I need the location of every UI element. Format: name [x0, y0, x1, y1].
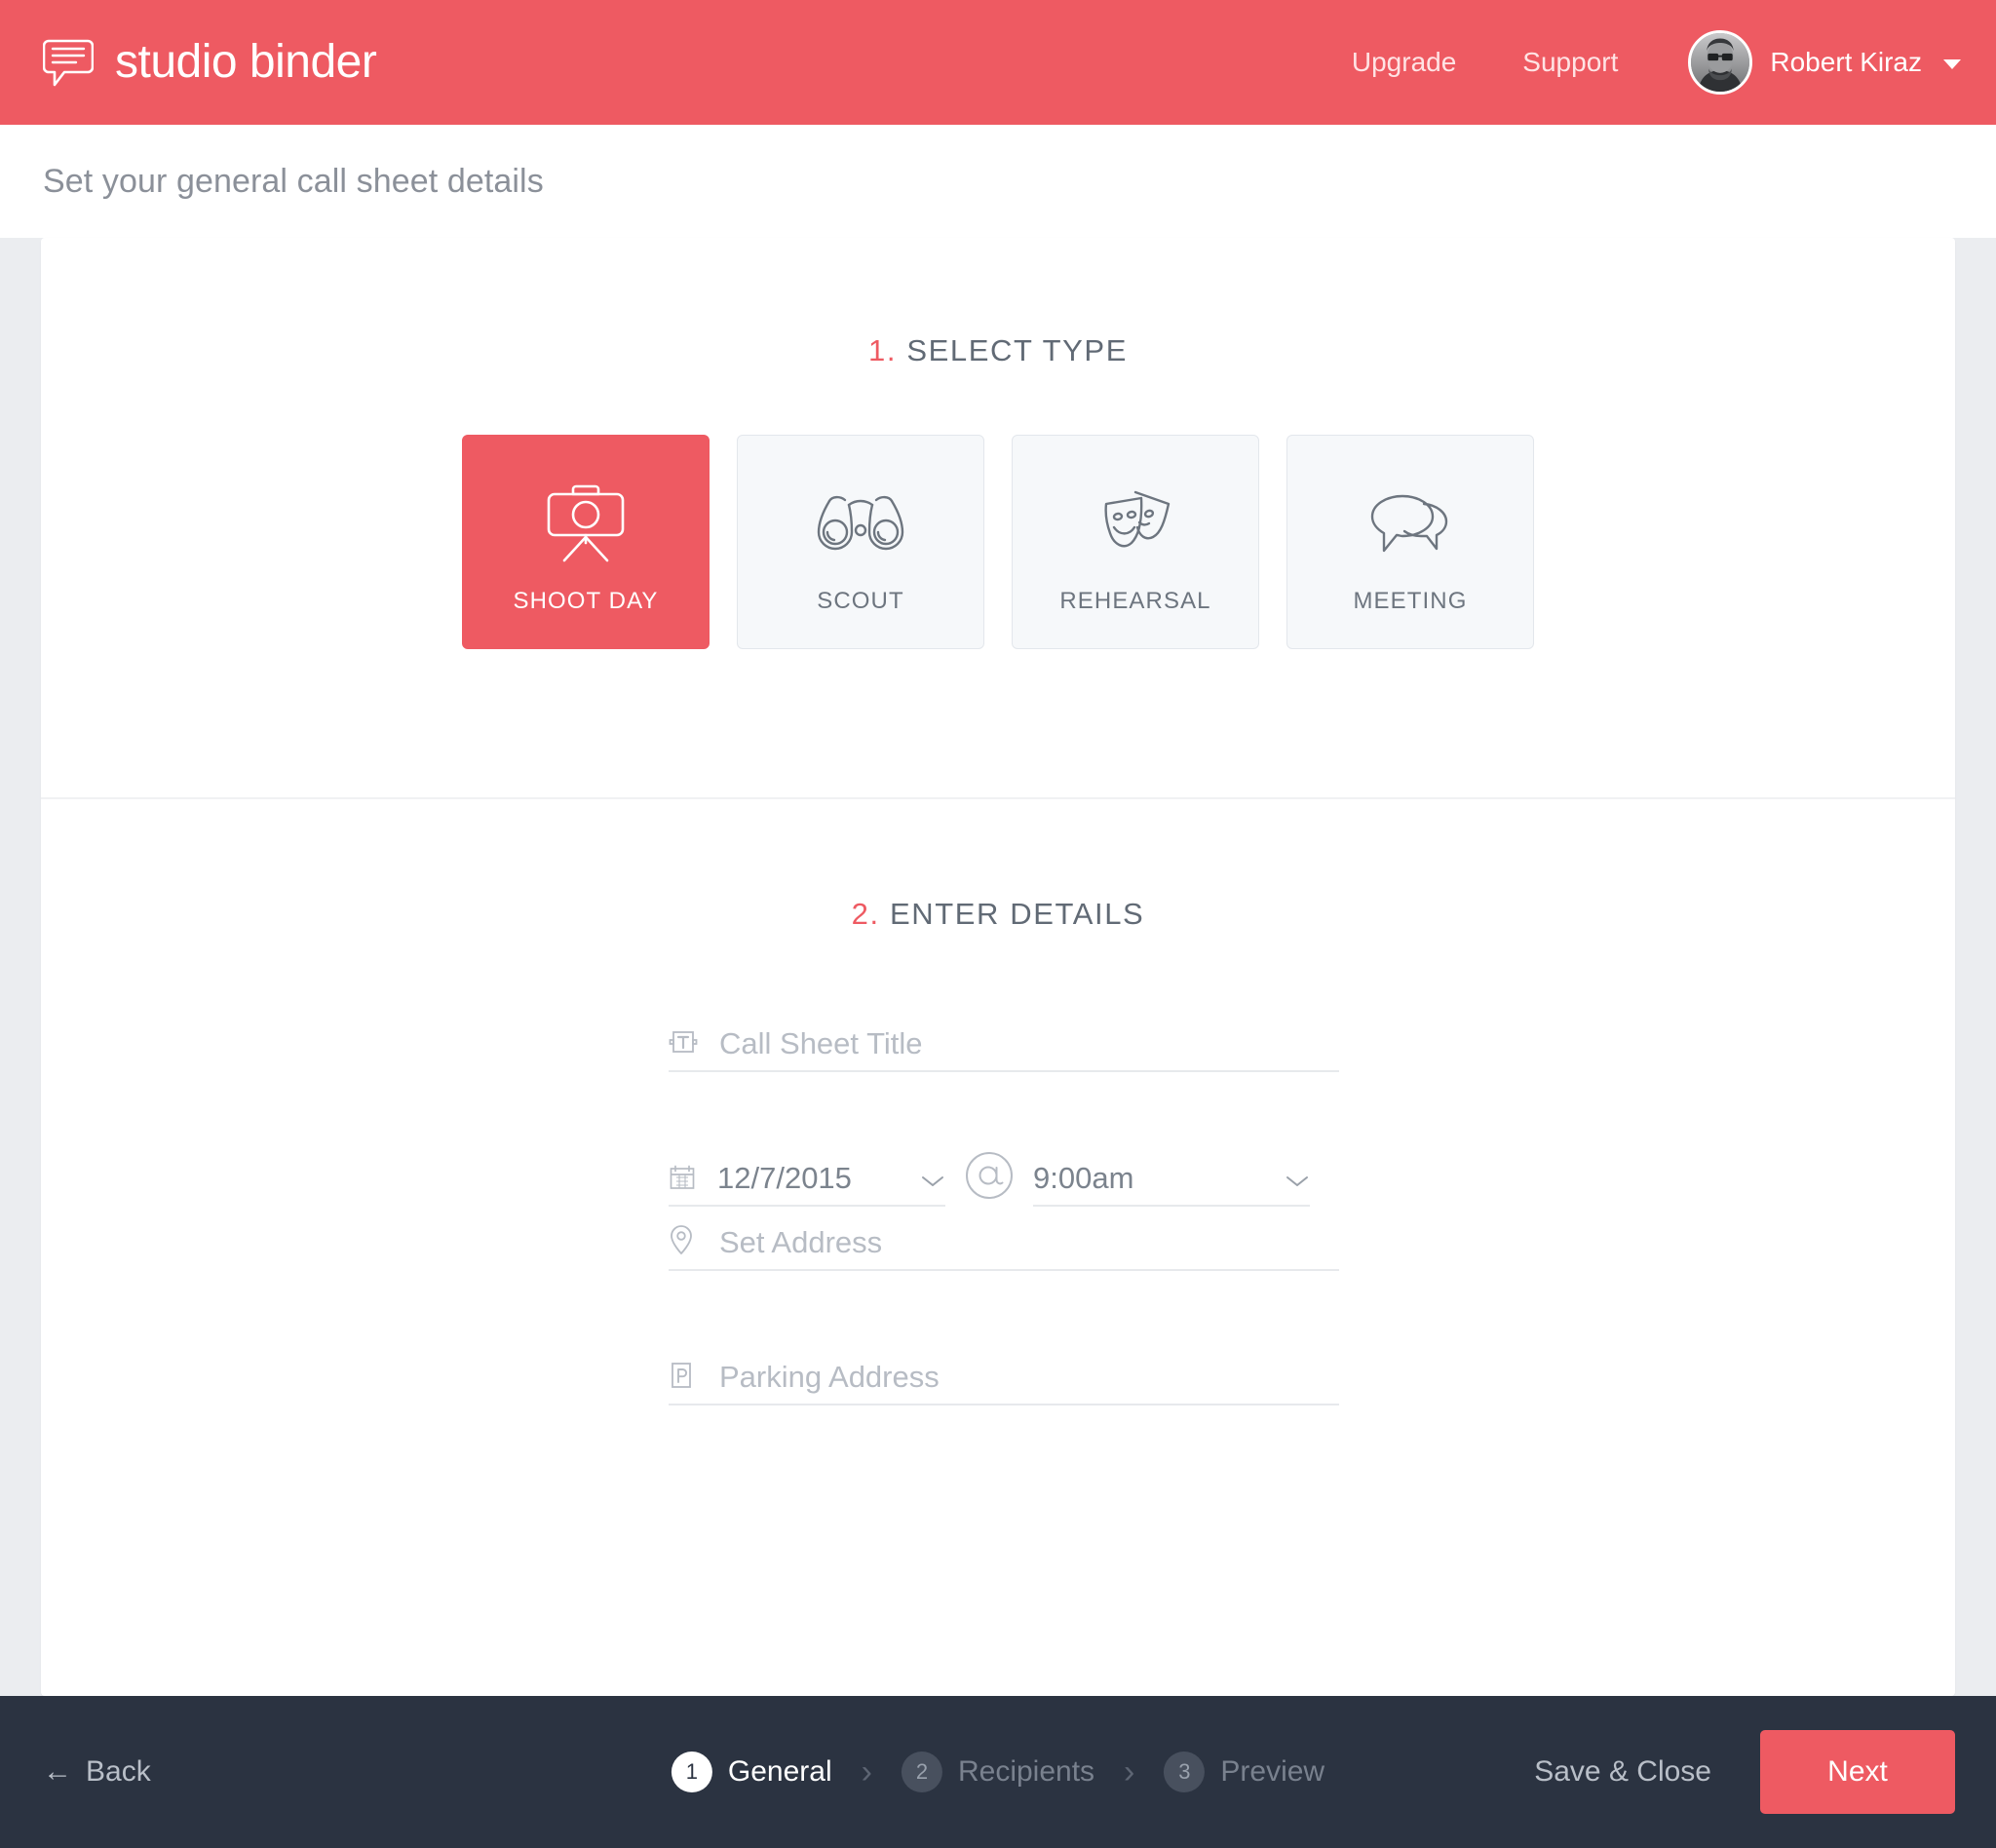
next-button[interactable]: Next — [1760, 1730, 1955, 1814]
parking-p-icon — [669, 1361, 702, 1394]
step-number: 1 — [671, 1752, 712, 1792]
step-general[interactable]: 1 General — [671, 1752, 832, 1792]
binoculars-icon — [810, 477, 911, 566]
type-option-label: REHEARSAL — [1059, 588, 1211, 614]
app-root: studio binder Upgrade Support Robert Kir… — [0, 0, 1996, 1848]
date-value: 12/7/2015 — [717, 1160, 852, 1195]
avatar — [1688, 30, 1753, 95]
select-type-step-number: 1. — [868, 333, 898, 367]
wizard-steps: 1 General › 2 Recipients › 3 Preview — [671, 1752, 1324, 1792]
type-option-shoot-day[interactable]: SHOOT DAY — [462, 435, 710, 649]
chevron-down-icon[interactable] — [1285, 1174, 1310, 1195]
wizard-footer: ← Back 1 General › 2 Recipients › 3 Prev… — [0, 1696, 1996, 1848]
back-label: Back — [86, 1755, 151, 1788]
select-type-heading: 1. SELECT TYPE — [41, 333, 1955, 368]
back-arrow-icon: ← — [43, 1755, 72, 1788]
save-and-close-button[interactable]: Save & Close — [1534, 1755, 1711, 1789]
call-sheet-title-placeholder: Call Sheet Title — [719, 1025, 923, 1060]
enter-details-title: ENTER DETAILS — [889, 897, 1145, 931]
brand-name: studio binder — [115, 36, 377, 88]
chevron-down-icon[interactable] — [920, 1174, 945, 1195]
step-separator-icon: › — [861, 1753, 872, 1790]
map-pin-icon — [669, 1224, 702, 1259]
step-preview[interactable]: 3 Preview — [1164, 1752, 1324, 1792]
back-button[interactable]: ← Back — [43, 1755, 151, 1789]
camera-tripod-icon — [535, 477, 636, 566]
call-sheet-title-field[interactable]: Call Sheet Title — [669, 1008, 1339, 1072]
user-name: Robert Kiraz — [1770, 47, 1922, 77]
step-number: 3 — [1164, 1752, 1206, 1792]
upgrade-link[interactable]: Upgrade — [1319, 47, 1489, 78]
set-address-field[interactable]: Set Address — [669, 1207, 1339, 1271]
theater-masks-icon — [1085, 477, 1186, 566]
enter-details-section: 2. ENTER DETAILS Call Sheet Title 12/7/2… — [41, 799, 1955, 1696]
step-recipients[interactable]: 2 Recipients — [901, 1752, 1095, 1792]
type-options-row: SHOOT DAY SCOUT REHEARSAL MEETING — [41, 435, 1955, 649]
at-symbol-icon — [945, 1150, 1033, 1207]
top-nav-links: Upgrade Support Robert Kiraz — [1319, 30, 1961, 95]
parking-address-placeholder: Parking Address — [719, 1359, 940, 1394]
select-type-title: SELECT TYPE — [906, 333, 1128, 367]
chevron-down-icon — [1943, 59, 1961, 69]
page-subheader: Set your general call sheet details — [0, 125, 1996, 238]
parking-address-field[interactable]: Parking Address — [669, 1341, 1339, 1405]
select-type-section: 1. SELECT TYPE SHOOT DAY SCOUT REHEARSAL… — [41, 238, 1955, 799]
enter-details-heading: 2. ENTER DETAILS — [41, 897, 1955, 932]
set-address-placeholder: Set Address — [719, 1224, 883, 1259]
type-option-rehearsal[interactable]: REHEARSAL — [1012, 435, 1259, 649]
brand-logo-link[interactable]: studio binder — [43, 36, 377, 88]
user-menu[interactable]: Robert Kiraz — [1651, 30, 1961, 95]
type-option-label: MEETING — [1353, 588, 1468, 614]
type-option-label: SHOOT DAY — [513, 588, 659, 614]
calendar-icon — [669, 1164, 702, 1195]
details-form: Call Sheet Title 12/7/2015 9:00am Set Ad… — [657, 1008, 1339, 1405]
type-option-meeting[interactable]: MEETING — [1286, 435, 1534, 649]
step-label: Recipients — [957, 1755, 1095, 1788]
speech-bubble-lines-logo-icon — [43, 38, 94, 87]
time-value: 9:00am — [1033, 1160, 1134, 1195]
top-navigation-bar: studio binder Upgrade Support Robert Kir… — [0, 0, 1996, 125]
step-separator-icon: › — [1124, 1753, 1135, 1790]
type-option-scout[interactable]: SCOUT — [737, 435, 984, 649]
footer-actions: Save & Close Next — [1534, 1730, 1955, 1814]
date-time-row: 12/7/2015 9:00am — [669, 1142, 1339, 1207]
time-field[interactable]: 9:00am — [1033, 1142, 1310, 1207]
type-option-label: SCOUT — [817, 588, 904, 614]
enter-details-step-number: 2. — [851, 897, 880, 931]
date-field[interactable]: 12/7/2015 — [669, 1142, 945, 1207]
main-content: 1. SELECT TYPE SHOOT DAY SCOUT REHEARSAL… — [0, 238, 1996, 1696]
step-label: Preview — [1220, 1755, 1325, 1788]
text-field-icon — [669, 1027, 702, 1060]
step-label: General — [727, 1755, 832, 1788]
speech-bubbles-icon — [1360, 477, 1461, 566]
call-sheet-card: 1. SELECT TYPE SHOOT DAY SCOUT REHEARSAL… — [41, 238, 1955, 1696]
support-link[interactable]: Support — [1489, 47, 1651, 78]
step-number: 2 — [901, 1752, 942, 1792]
page-title: Set your general call sheet details — [43, 162, 544, 200]
